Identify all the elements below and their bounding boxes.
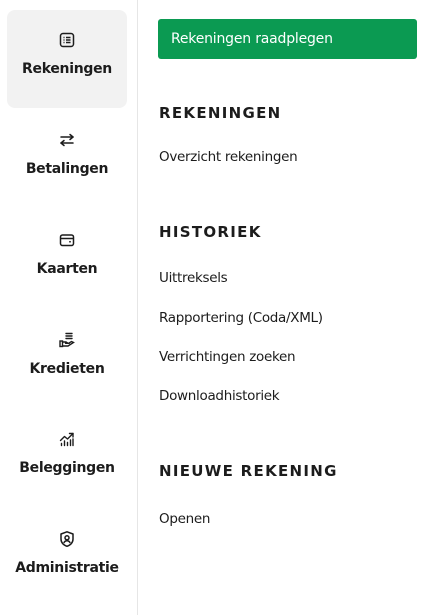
sidebar-item-label: Administratie (15, 560, 119, 576)
sidebar-item-rekeningen[interactable]: Rekeningen (7, 10, 127, 108)
sidebar-item-kredieten[interactable]: Kredieten (7, 310, 127, 408)
transfer-arrows-icon (57, 130, 77, 150)
shield-user-icon (57, 529, 77, 549)
list-document-icon (57, 30, 77, 50)
section-title-historiek: HISTORIEK (159, 223, 262, 241)
sidebar-item-label: Kaarten (36, 261, 98, 277)
section-title-nieuwe-rekening: NIEUWE REKENING (159, 462, 338, 480)
sidebar-item-beleggingen[interactable]: Beleggingen (7, 409, 127, 507)
sidebar-item-label: Beleggingen (19, 460, 115, 476)
chart-growth-icon (57, 429, 77, 449)
section-title-rekeningen: REKENINGEN (159, 104, 282, 122)
link-overzicht-rekeningen[interactable]: Overzicht rekeningen (159, 149, 298, 165)
wallet-card-icon (57, 230, 77, 250)
hand-coins-icon (57, 330, 77, 350)
sidebar-item-betalingen[interactable]: Betalingen (7, 110, 127, 208)
sidebar-item-label: Betalingen (25, 161, 109, 177)
link-verrichtingen-zoeken[interactable]: Verrichtingen zoeken (159, 349, 296, 365)
link-rapportering[interactable]: Rapportering (Coda/XML) (159, 310, 323, 326)
sidebar-nav: Rekeningen Betalingen Kaarten Kredieten … (0, 0, 138, 615)
sidebar-item-kaarten[interactable]: Kaarten (7, 210, 127, 308)
link-uittreksels[interactable]: Uittreksels (159, 270, 228, 286)
menu-panel: Rekeningen raadplegen REKENINGEN Overzic… (158, 0, 428, 615)
link-openen[interactable]: Openen (159, 511, 210, 527)
sidebar-item-label: Rekeningen (22, 61, 112, 77)
sidebar-item-label: Kredieten (29, 361, 105, 377)
link-downloadhistoriek[interactable]: Downloadhistoriek (159, 388, 280, 404)
sidebar-item-administratie[interactable]: Administratie (7, 509, 127, 607)
rekeningen-raadplegen-button[interactable]: Rekeningen raadplegen (158, 19, 417, 59)
